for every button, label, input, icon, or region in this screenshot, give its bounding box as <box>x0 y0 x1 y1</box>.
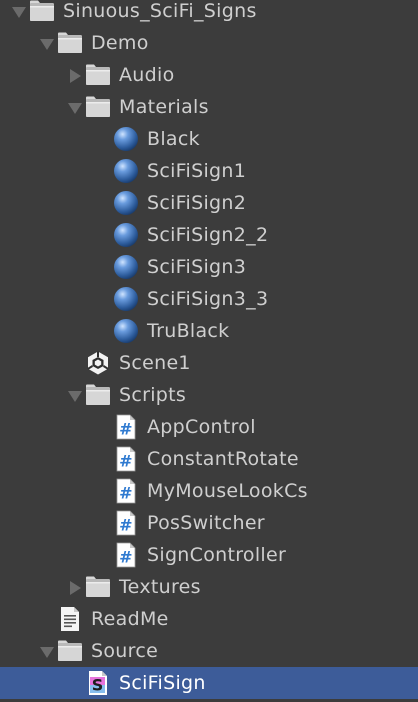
tree-item-scifisign[interactable]: S SciFiSign <box>0 667 418 699</box>
material-icon <box>113 158 139 184</box>
tree-item-scene1[interactable]: Scene1 <box>0 347 418 379</box>
tree-item-black[interactable]: Black <box>0 123 418 155</box>
svg-text:#: # <box>119 452 132 471</box>
svg-text:#: # <box>119 484 132 503</box>
svg-text:#: # <box>119 548 132 567</box>
expand-arrow-icon[interactable] <box>39 643 55 659</box>
expand-arrow-icon[interactable] <box>67 99 83 115</box>
tree-item-label: SciFiSign1 <box>147 160 247 182</box>
csharp-script-icon: # <box>113 542 139 568</box>
tree-item-label: PosSwitcher <box>147 512 265 534</box>
material-icon <box>113 190 139 216</box>
tree-item-scifisign1[interactable]: SciFiSign1 <box>0 155 418 187</box>
folder-icon <box>85 62 111 88</box>
tree-item-label: SciFiSign2 <box>147 192 247 214</box>
tree-item-label: SciFiSign <box>119 672 206 694</box>
tree-item-textures[interactable]: Textures <box>0 571 418 603</box>
text-document-icon <box>57 606 83 632</box>
tree-item-label: SciFiSign2_2 <box>147 224 269 246</box>
svg-text:#: # <box>119 420 132 439</box>
csharp-script-icon: # <box>113 414 139 440</box>
tree-item-label: MyMouseLookCs <box>147 480 308 502</box>
tree-item-posswitcher[interactable]: # PosSwitcher <box>0 507 418 539</box>
tree-item-label: SignController <box>147 544 287 566</box>
folder-icon <box>29 0 55 24</box>
expand-arrow-icon[interactable] <box>11 3 27 19</box>
tree-item-audio[interactable]: Audio <box>0 59 418 91</box>
tree-item-label: ReadMe <box>91 608 169 630</box>
folder-icon <box>57 638 83 664</box>
tree-item-label: Black <box>147 128 200 150</box>
material-icon <box>113 286 139 312</box>
tree-item-trublack[interactable]: TruBlack <box>0 315 418 347</box>
tree-item-scifisign2[interactable]: SciFiSign2 <box>0 187 418 219</box>
csharp-script-icon: # <box>113 510 139 536</box>
tree-item-demo[interactable]: Demo <box>0 27 418 59</box>
tree-item-scifisign2-2[interactable]: SciFiSign2_2 <box>0 219 418 251</box>
tree-item-label: SciFiSign3_3 <box>147 288 269 310</box>
collapse-arrow-icon[interactable] <box>67 579 83 595</box>
tree-item-label: Sinuous_SciFi_Signs <box>63 0 257 22</box>
material-icon <box>113 318 139 344</box>
shader-icon: S <box>85 670 111 696</box>
tree-item-label: ConstantRotate <box>147 448 299 470</box>
expand-arrow-icon[interactable] <box>67 387 83 403</box>
tree-item-sinuous-scifi-signs[interactable]: Sinuous_SciFi_Signs <box>0 0 418 27</box>
tree-item-constantrotate[interactable]: # ConstantRotate <box>0 443 418 475</box>
folder-icon <box>85 382 111 408</box>
tree-item-scifisign3-3[interactable]: SciFiSign3_3 <box>0 283 418 315</box>
tree-item-scripts[interactable]: Scripts <box>0 379 418 411</box>
collapse-arrow-icon[interactable] <box>67 67 83 83</box>
folder-icon <box>57 30 83 56</box>
tree-item-label: Materials <box>119 96 209 118</box>
material-icon <box>113 126 139 152</box>
tree-item-readme[interactable]: ReadMe <box>0 603 418 635</box>
project-tree: Sinuous_SciFi_Signs Demo Audio Materials Bla… <box>0 0 418 702</box>
tree-item-label: Demo <box>91 32 149 54</box>
tree-item-label: Scripts <box>119 384 187 406</box>
material-icon <box>113 222 139 248</box>
expand-arrow-icon[interactable] <box>39 35 55 51</box>
material-icon <box>113 254 139 280</box>
tree-item-mymouselookcs[interactable]: # MyMouseLookCs <box>0 475 418 507</box>
svg-text:S: S <box>92 676 104 695</box>
tree-item-signcontroller[interactable]: # SignController <box>0 539 418 571</box>
tree-item-label: SciFiSign3 <box>147 256 247 278</box>
tree-item-appcontrol[interactable]: # AppControl <box>0 411 418 443</box>
unity-scene-icon <box>85 350 111 376</box>
tree-item-source[interactable]: Source <box>0 635 418 667</box>
tree-item-materials[interactable]: Materials <box>0 91 418 123</box>
tree-item-label: AppControl <box>147 416 256 438</box>
csharp-script-icon: # <box>113 446 139 472</box>
tree-item-label: Textures <box>119 576 201 598</box>
tree-item-scifisign3[interactable]: SciFiSign3 <box>0 251 418 283</box>
tree-item-label: Scene1 <box>119 352 191 374</box>
svg-text:#: # <box>119 516 132 535</box>
folder-icon <box>85 94 111 120</box>
tree-item-label: Audio <box>119 64 175 86</box>
tree-item-label: TruBlack <box>147 320 230 342</box>
tree-item-label: Source <box>91 640 159 662</box>
csharp-script-icon: # <box>113 478 139 504</box>
folder-icon <box>85 574 111 600</box>
